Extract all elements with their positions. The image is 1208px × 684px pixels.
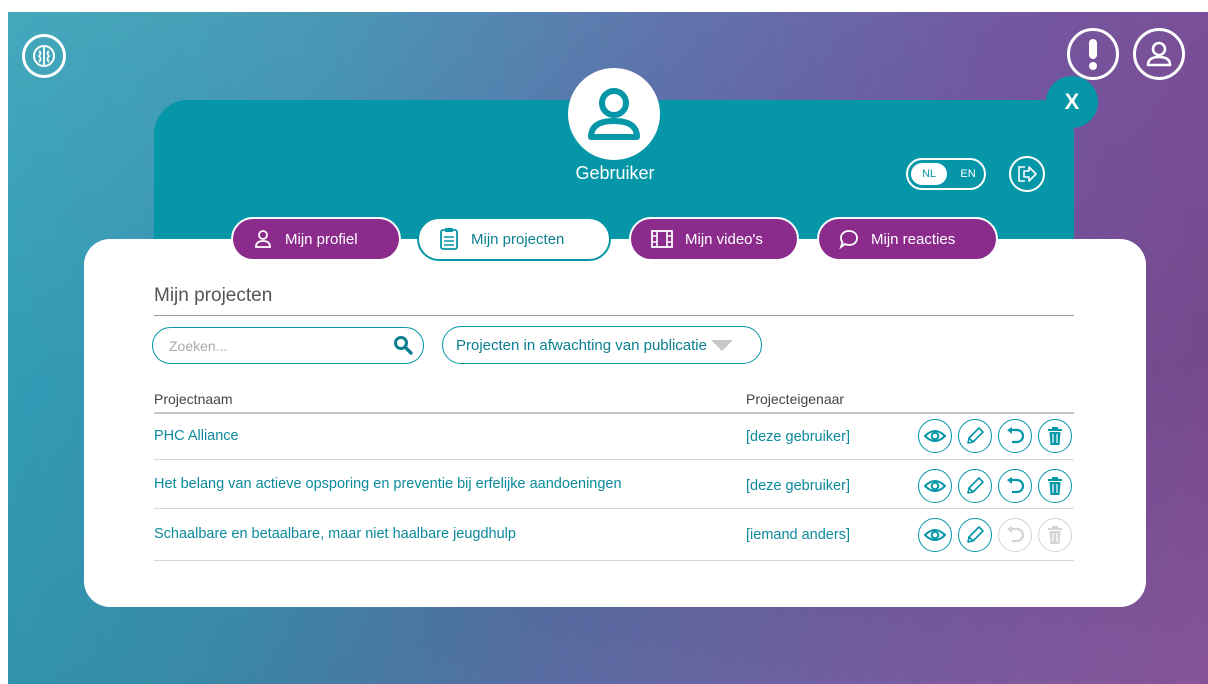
tab-mijn-projecten[interactable]: Mijn projecten	[417, 217, 611, 261]
undo-icon	[1007, 526, 1025, 543]
edit-button[interactable]	[958, 518, 992, 552]
alert-button[interactable]	[1067, 28, 1119, 80]
search-input[interactable]	[167, 335, 381, 357]
view-button[interactable]	[918, 518, 952, 552]
column-header-projecteigenaar[interactable]: Projecteigenaar	[746, 391, 844, 407]
edit-icon	[967, 477, 984, 494]
exclamation-icon	[1089, 39, 1097, 70]
delete-button[interactable]	[1038, 419, 1072, 453]
trash-icon	[1048, 427, 1062, 445]
tab-label: Mijn reacties	[871, 230, 956, 248]
edit-icon	[967, 427, 984, 444]
view-icon	[924, 430, 946, 442]
trash-icon	[1048, 477, 1062, 495]
view-icon	[924, 480, 946, 492]
tab-label: Mijn video's	[685, 230, 763, 248]
view-button[interactable]	[918, 469, 952, 503]
logout-icon	[1018, 166, 1037, 182]
undo-button	[998, 518, 1032, 552]
view-button[interactable]	[918, 419, 952, 453]
tab-label: Mijn profiel	[285, 230, 358, 248]
page-title: Mijn projecten	[154, 285, 273, 306]
row-divider	[154, 508, 1074, 509]
language-en[interactable]: EN	[954, 163, 982, 185]
view-icon	[924, 529, 946, 541]
language-toggle[interactable]: NL EN	[906, 158, 986, 190]
undo-button[interactable]	[998, 469, 1032, 503]
tab-mijn-videos[interactable]: Mijn video's	[629, 217, 799, 261]
avatar	[568, 68, 660, 160]
project-owner: [iemand anders]	[746, 527, 850, 543]
clipboard-icon	[440, 228, 458, 250]
language-nl[interactable]: NL	[911, 163, 947, 185]
user-icon	[1146, 41, 1172, 67]
user-account-button[interactable]	[1133, 28, 1185, 80]
search-box[interactable]	[152, 327, 424, 364]
tab-mijn-profiel[interactable]: Mijn profiel	[231, 217, 401, 261]
project-owner: [deze gebruiker]	[746, 478, 850, 494]
project-owner: [deze gebruiker]	[746, 429, 850, 445]
project-name-link[interactable]: Schaalbare en betaalbare, maar niet haal…	[154, 526, 516, 542]
row-divider	[154, 560, 1074, 561]
person-icon	[255, 230, 271, 248]
search-icon[interactable]	[393, 335, 413, 360]
edit-button[interactable]	[958, 419, 992, 453]
undo-icon	[1007, 477, 1025, 494]
undo-icon	[1007, 427, 1025, 444]
delete-button	[1038, 518, 1072, 552]
project-filter-select[interactable]: Projecten in afwachting van publicatie	[442, 326, 762, 364]
project-name-link[interactable]: PHC Alliance	[154, 428, 239, 444]
logout-button[interactable]	[1009, 156, 1045, 192]
close-button[interactable]: X	[1046, 76, 1098, 128]
header-divider	[154, 412, 1074, 414]
tab-label: Mijn projecten	[471, 230, 565, 248]
trash-icon	[1048, 526, 1062, 544]
delete-button[interactable]	[1038, 469, 1072, 503]
chevron-down-icon	[711, 339, 733, 351]
brain-logo-button[interactable]	[22, 34, 66, 78]
username: Gebruiker	[575, 163, 655, 183]
project-name-link[interactable]: Het belang van actieve opsporing en prev…	[154, 476, 622, 492]
divider	[154, 315, 1074, 316]
edit-button[interactable]	[958, 469, 992, 503]
row-divider	[154, 459, 1074, 460]
tab-mijn-reacties[interactable]: Mijn reacties	[817, 217, 998, 261]
brain-icon	[33, 45, 55, 67]
undo-button[interactable]	[998, 419, 1032, 453]
filter-label: Projecten in afwachting van publicatie	[456, 336, 707, 354]
speech-bubble-icon	[839, 230, 858, 249]
user-avatar-icon	[588, 88, 640, 140]
column-header-projectnaam[interactable]: Projectnaam	[154, 391, 233, 407]
edit-icon	[967, 526, 984, 543]
film-icon	[651, 230, 673, 248]
